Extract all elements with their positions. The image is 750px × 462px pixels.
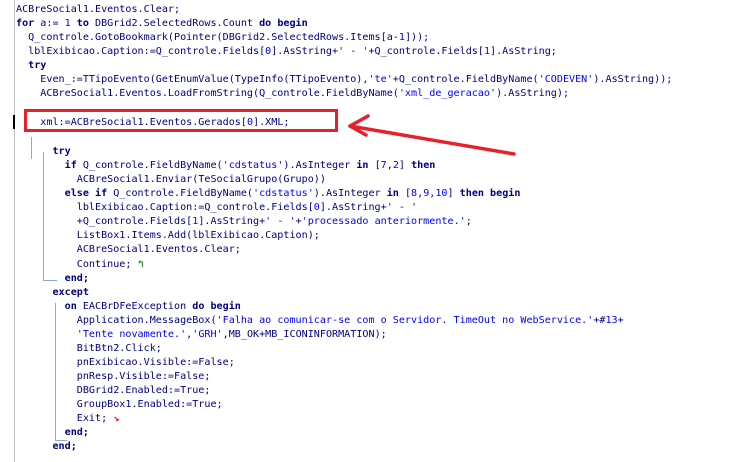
code-editor[interactable]: ACBreSocial1.Eventos.Clear; for a:= 1 to … (0, 0, 750, 462)
red-arrow-annotation (348, 114, 516, 156)
